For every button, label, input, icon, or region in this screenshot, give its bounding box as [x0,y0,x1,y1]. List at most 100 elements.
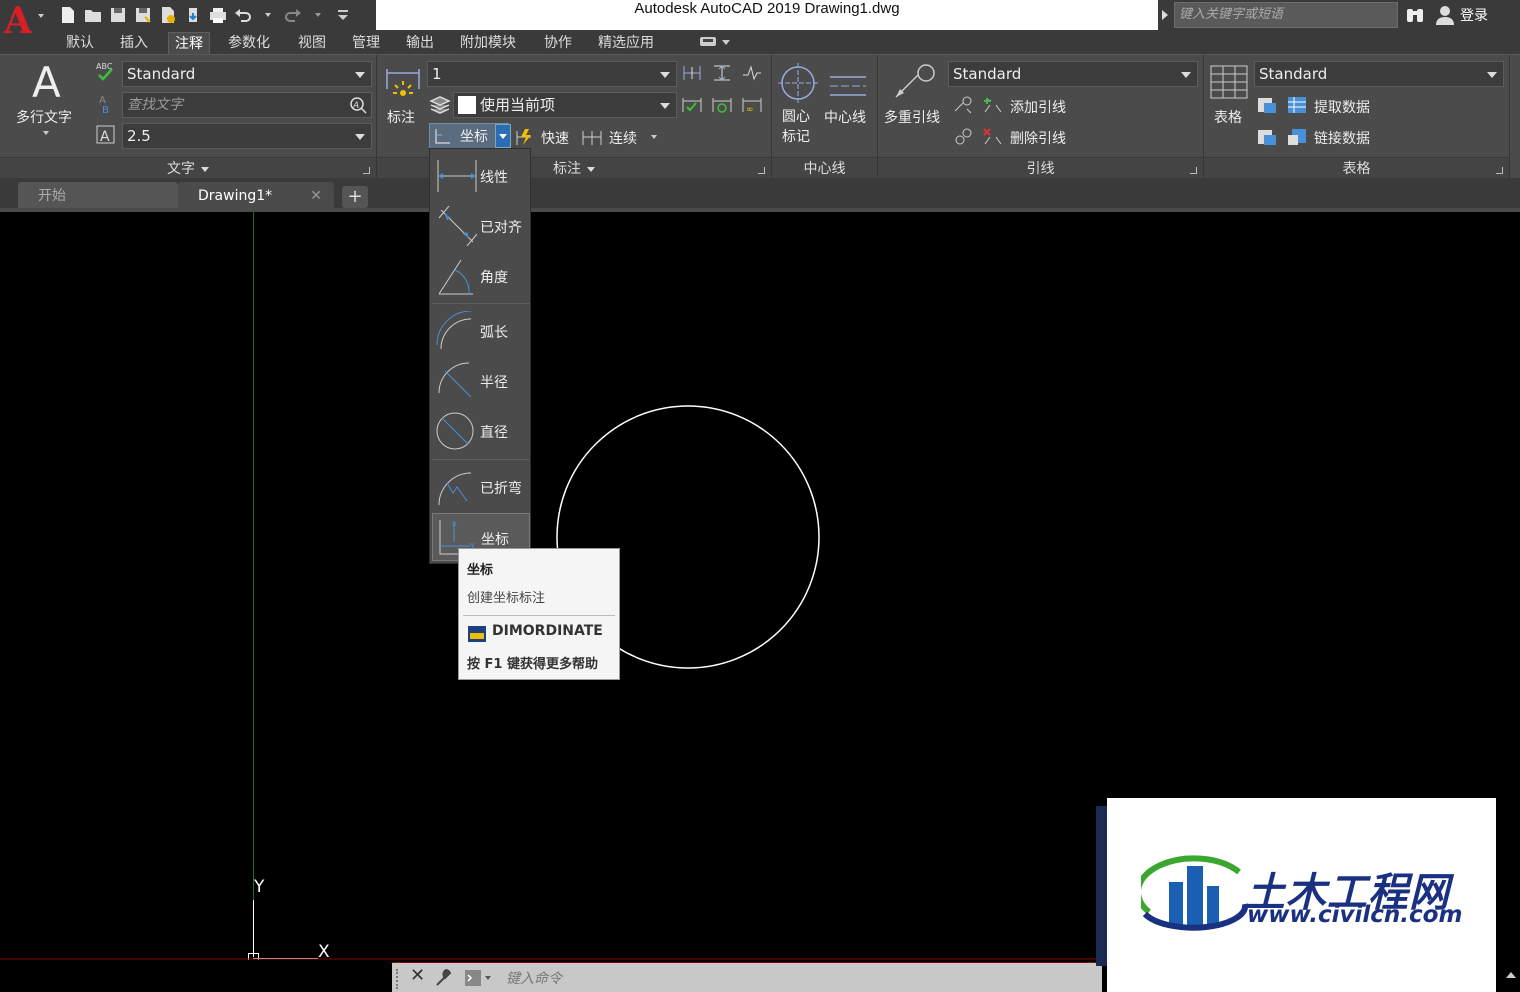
center-mark-label[interactable]: 圆心 标记 [782,107,810,147]
dimension-button[interactable] [383,63,423,103]
dim-linear-item[interactable]: 线性 [432,152,530,200]
dim-type-dropdown-arrow[interactable] [495,124,511,148]
dim-style-select[interactable]: 1 [427,61,677,87]
scroll-up-icon[interactable] [1506,972,1516,978]
update-icon[interactable] [711,95,733,115]
quick-dimension-label[interactable]: 快速 [541,128,569,148]
panel-launcher-icon[interactable] [1496,167,1503,174]
data-link-manager-icon[interactable] [1256,127,1278,147]
panel-launcher-icon[interactable] [758,167,765,174]
quick-dimension-icon[interactable] [515,127,537,147]
center-mark-button[interactable] [778,63,818,103]
redo-icon[interactable] [283,5,303,25]
add-leader-label[interactable]: 添加引线 [1010,97,1066,117]
multileader-label[interactable]: 多重引线 [884,107,940,127]
centerline-label[interactable]: 中心线 [824,107,866,127]
jogged-linear-icon[interactable] [741,63,763,83]
search-icon[interactable]: A [349,96,367,114]
dim-angular-item[interactable]: 角度 [432,252,530,300]
command-input[interactable]: 键入命令 [506,968,562,988]
mtext-label[interactable]: 多行文字 [16,107,72,127]
dim-radius-item[interactable]: 半径 [432,357,530,405]
share-icon[interactable] [183,5,203,25]
redo-dropdown-icon[interactable] [308,5,328,25]
undo-icon[interactable] [233,5,253,25]
link-data-label[interactable]: 链接数据 [1314,128,1370,148]
link-data-icon[interactable] [1286,127,1308,147]
search-input[interactable]: 键入关键字或短语 [1174,2,1398,28]
table-style-select[interactable]: Standard [1254,61,1504,87]
doc-tab-start[interactable]: 开始 [18,182,178,210]
dim-diameter-item[interactable]: 直径 [432,407,530,455]
dimension-label[interactable]: 标注 [387,107,415,127]
chevron-down-icon[interactable] [651,135,657,139]
find-text-input[interactable]: 查找文字 A [122,92,372,118]
customize-qat-icon[interactable] [333,5,353,25]
multileader-button[interactable] [890,61,938,103]
new-tab-button[interactable]: + [342,186,368,208]
tab-addins[interactable]: 附加模块 [454,32,522,54]
mtext-button[interactable]: A [28,61,68,103]
binoculars-icon[interactable] [1404,4,1426,26]
inspect-icon[interactable] [681,95,703,115]
tab-output[interactable]: 输出 [400,32,440,54]
centerline-button[interactable] [828,67,868,101]
dim-layer-select[interactable]: 使用当前项 [453,92,677,118]
text-style-select[interactable]: Standard [122,61,372,87]
doc-tab-drawing1[interactable]: Drawing1* ✕ [178,182,334,210]
break-dimension-icon[interactable] [681,63,703,83]
tab-manage[interactable]: 管理 [346,32,386,54]
save-icon[interactable] [108,5,128,25]
table-button[interactable] [1210,65,1248,99]
user-icon[interactable] [1434,4,1456,26]
mleader-style-select[interactable]: Standard [948,61,1198,87]
continue-dimension-label[interactable]: 连续 [609,128,637,148]
centerline-panel-title[interactable]: 中心线 [772,157,877,179]
tab-insert[interactable]: 插入 [114,32,154,54]
tab-parametric[interactable]: 参数化 [222,32,276,54]
print-icon[interactable] [208,5,228,25]
panel-launcher-icon[interactable] [363,167,370,174]
tab-collaborate[interactable]: 协作 [538,32,578,54]
drag-handle-icon[interactable] [396,969,402,989]
text-height-select[interactable]: 2.5 [122,123,372,149]
text-panel-title[interactable]: 文字 [0,157,376,179]
open-web-icon[interactable] [158,5,178,25]
add-leader-icon[interactable] [982,95,1004,115]
tab-annotate[interactable]: 注释 [168,32,210,54]
undo-dropdown-icon[interactable] [258,5,278,25]
application-menu-button[interactable]: A [0,0,48,42]
tab-featured-apps[interactable]: 精选应用 [592,32,660,54]
data-extract-icon[interactable] [1256,95,1278,115]
adjust-space-icon[interactable] [711,63,733,83]
remove-leader-label[interactable]: 删除引线 [1010,128,1066,148]
remove-leader-icon[interactable] [982,127,1004,147]
leader-panel-title[interactable]: 引线 [878,157,1203,179]
extract-data-icon[interactable] [1286,95,1308,115]
command-prompt-icon[interactable] [464,969,494,987]
continue-dimension-icon[interactable] [581,127,603,147]
close-icon[interactable]: ✕ [310,182,322,210]
wrench-icon[interactable] [434,968,454,988]
ribbon-minimize-icon[interactable] [700,36,732,48]
reassociate-icon[interactable]: ∞ [741,95,763,115]
extract-data-label[interactable]: 提取数据 [1314,97,1370,117]
spell-check-icon[interactable]: ABC [96,61,116,83]
chevron-down-icon[interactable] [43,131,49,135]
tab-home[interactable]: 默认 [60,32,100,54]
dim-aligned-item[interactable]: 已对齐 [432,202,530,250]
table-label[interactable]: 表格 [1214,107,1242,127]
panel-launcher-icon[interactable] [1190,167,1197,174]
save-as-icon[interactable] [133,5,153,25]
mleader-align-icon[interactable] [952,95,974,115]
new-file-icon[interactable] [58,5,78,25]
table-panel-title[interactable]: 表格 [1204,157,1509,179]
dim-jogged-item[interactable]: 已折弯 [432,463,530,511]
tab-view[interactable]: 视图 [292,32,332,54]
mleader-collect-icon[interactable] [952,127,974,147]
login-link[interactable]: 登录 [1460,5,1488,25]
expand-arrow-icon[interactable] [1162,10,1168,20]
close-icon[interactable]: ✕ [410,965,425,986]
open-folder-icon[interactable] [83,5,103,25]
dim-arc-length-item[interactable]: 弧长 [432,307,530,355]
